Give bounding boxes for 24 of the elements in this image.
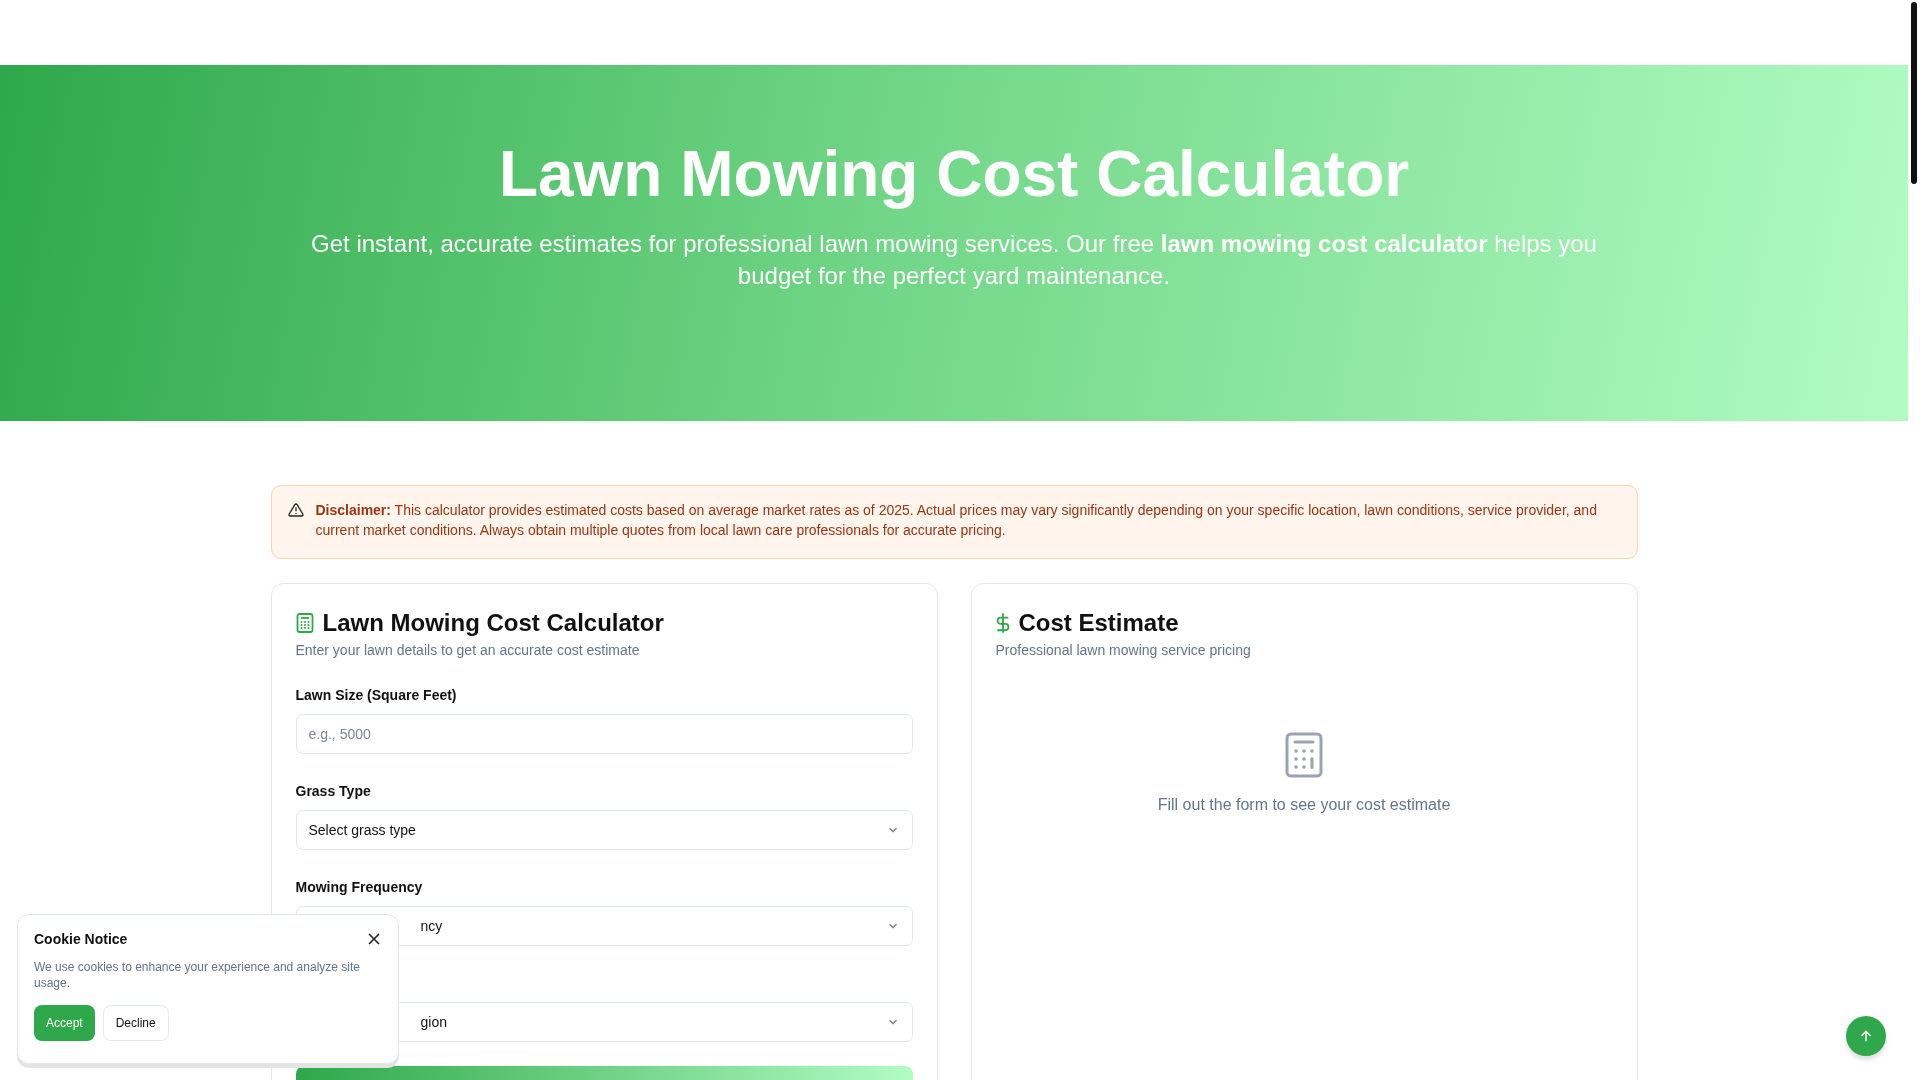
cookie-title: Cookie Notice (34, 931, 128, 947)
hero-subtitle: Get instant, accurate estimates for professional lawn mowing services. Our free lawn mowing cost calculator helps you budget for the perfect yard maintenance. (310, 229, 1598, 291)
close-icon[interactable] (368, 933, 380, 945)
card-subtitle: Professional lawn mowing service pricing (995, 642, 1252, 658)
scroll-to-top-button[interactable] (1846, 1016, 1886, 1056)
scrollbar-thumb[interactable] (1911, 2, 1917, 184)
card-title: Cost Estimate (1018, 608, 1179, 638)
dollar-icon (995, 613, 1010, 633)
field-label: Grass Type (295, 782, 372, 800)
disclaimer-text: Disclaimer: This calculator provides estimated costs based on average market rates as of 2025. Actual prices may vary significantly depending on your specific location, lawn conditions, service provider, and current market conditions. Always obtain multiple quotes from local lawn care professionals for accurate pricing. (315, 501, 1598, 540)
decline-button[interactable]: Decline (102, 1005, 169, 1041)
card-title: Lawn Mowing Cost Calculator (322, 608, 664, 638)
warning-icon (287, 502, 304, 518)
field-label: Mowing Frequency (295, 878, 424, 896)
input-field[interactable]: e.g., 5000 (295, 714, 913, 754)
page-title: Lawn Mowing Cost Calculator (497, 137, 1411, 212)
calculator-icon (1285, 732, 1323, 778)
arrow-up-icon (1859, 1029, 1873, 1043)
cookie-text: We use cookies to enhance your experience and analyze site usage. (34, 959, 361, 991)
empty-message: Fill out the form to see your cost estimate (1157, 796, 1451, 814)
calculator-icon (295, 613, 314, 633)
card-subtitle: Enter your lawn details to get an accurate cost estimate (295, 642, 641, 658)
field-label: Lawn Size (Square Feet) (295, 686, 458, 704)
select-dropdown[interactable]: Select grass type (295, 810, 913, 850)
